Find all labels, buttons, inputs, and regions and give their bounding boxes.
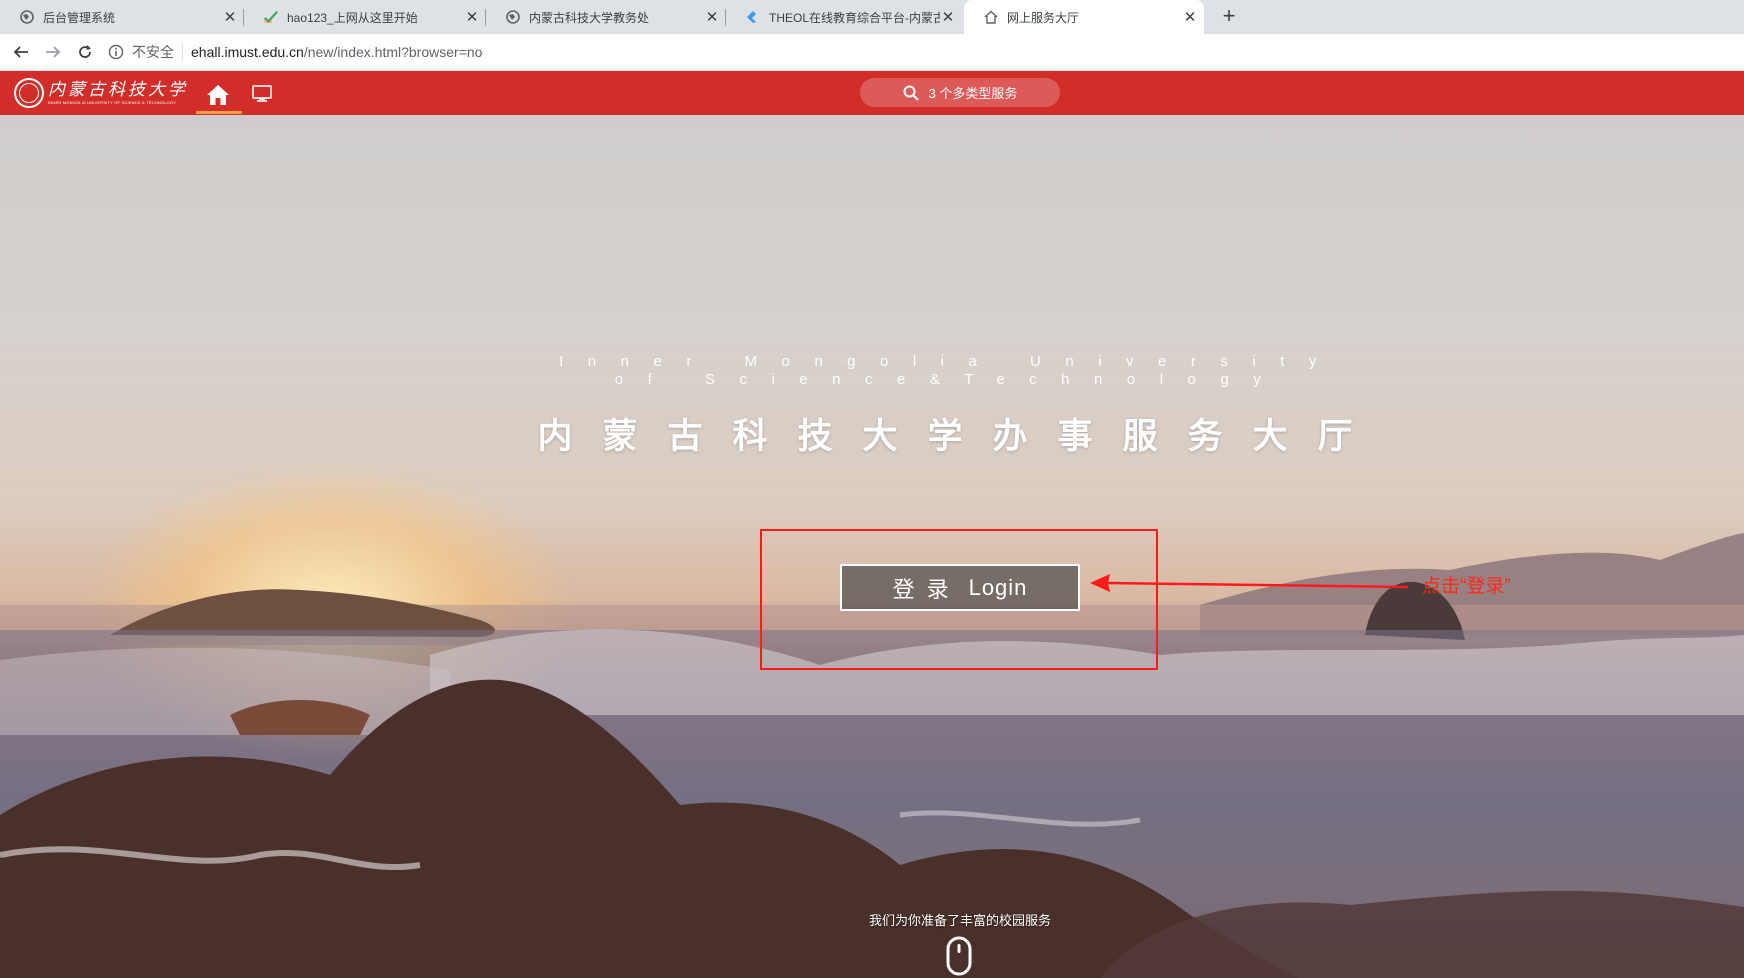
- browser-tab-1[interactable]: 后台管理系统 ✕: [0, 0, 244, 34]
- seal-icon: [14, 78, 44, 108]
- url-path: /new/index.html?browser=no: [303, 44, 483, 60]
- browser-toolbar: 不安全 ehall.imust.edu.cn/new/index.html?br…: [0, 34, 1744, 71]
- back-icon[interactable]: [9, 40, 33, 64]
- search-label: 3 个多类型服务: [928, 86, 1018, 101]
- forward-icon[interactable]: [41, 40, 65, 64]
- tab-title: 网上服务大厅: [1007, 10, 1080, 25]
- home-outline-icon: [984, 10, 998, 24]
- home-icon[interactable]: [196, 78, 240, 112]
- search-icon: [903, 85, 919, 101]
- tab-title: 后台管理系统: [43, 10, 116, 25]
- globe-icon: [506, 10, 520, 24]
- browser-tab-4[interactable]: THEOL在线教育综合平台-内蒙古 ✕: [726, 0, 962, 34]
- browser-tab-2[interactable]: hao hao123_上网从这里开始 ✕: [244, 0, 486, 34]
- globe-icon: [20, 10, 34, 24]
- not-secure-label: 不安全: [132, 44, 174, 60]
- theol-icon: [746, 10, 760, 24]
- browser-tab-5-active[interactable]: 网上服务大厅 ✕: [964, 0, 1204, 34]
- annotation-text: 点击“登录”: [1422, 576, 1511, 597]
- close-tab-icon[interactable]: ✕: [940, 8, 956, 26]
- tab-title: 内蒙古科技大学教务处: [529, 10, 650, 25]
- browser-tab-3[interactable]: 内蒙古科技大学教务处 ✕: [486, 0, 726, 34]
- active-nav-indicator: [196, 111, 242, 114]
- service-search-button[interactable]: 3 个多类型服务: [860, 78, 1060, 107]
- hero-title: 内蒙古科技大学办事服务大厅: [537, 417, 1383, 456]
- university-logo[interactable]: 内蒙古科技大学 INNER MONGOLIA UNIVERSITY OF SCI…: [14, 77, 188, 109]
- address-bar[interactable]: 不安全 ehall.imust.edu.cn/new/index.html?br…: [108, 38, 1728, 66]
- url-host: ehall.imust.edu.cn: [191, 44, 304, 60]
- browser-tab-strip: 后台管理系统 ✕ hao hao123_上网从这里开始 ✕ 内蒙古科技大学教务处…: [0, 0, 1744, 34]
- svg-text:hao: hao: [264, 19, 272, 24]
- tab-title: THEOL在线教育综合平台-内蒙古: [769, 10, 940, 25]
- close-tab-icon[interactable]: ✕: [704, 8, 720, 26]
- close-tab-icon[interactable]: ✕: [222, 8, 238, 26]
- hero-subtitle: Inner Mongolia University of Science&Tec…: [559, 353, 1341, 388]
- close-tab-icon[interactable]: ✕: [1182, 8, 1198, 26]
- scroll-mouse-icon[interactable]: [946, 936, 972, 976]
- tab-title: hao123_上网从这里开始: [287, 10, 418, 25]
- new-tab-button[interactable]: +: [1216, 4, 1242, 30]
- desktop-icon[interactable]: [250, 83, 274, 105]
- logo-cn-text: 内蒙古科技大学: [48, 80, 188, 100]
- hao123-icon: hao: [264, 10, 278, 24]
- tagline: 我们为你准备了丰富的校园服务: [868, 913, 1051, 928]
- annotation-arrow-icon: [1090, 574, 1408, 592]
- logo-en-text: INNER MONGOLIA UNIVERSITY OF SCIENCE & T…: [48, 100, 177, 105]
- close-tab-icon[interactable]: ✕: [464, 8, 480, 26]
- reload-icon[interactable]: [73, 40, 97, 64]
- info-icon[interactable]: [108, 44, 124, 60]
